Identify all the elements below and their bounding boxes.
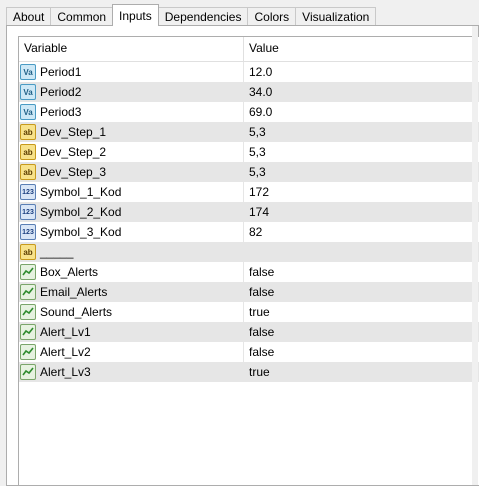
string-icon: ab xyxy=(20,124,36,140)
bool-icon xyxy=(20,284,36,300)
variable-name: Alert_Lv3 xyxy=(40,365,91,379)
table-row[interactable]: 123 Symbol_1_Kod 172 xyxy=(19,182,479,202)
value-cell[interactable]: true xyxy=(244,362,270,382)
tab-inputs[interactable]: Inputs xyxy=(112,4,159,26)
table-row[interactable]: Alert_Lv1 false xyxy=(19,322,479,342)
value-cell[interactable]: 34.0 xyxy=(244,82,272,102)
variable-cell: ab Dev_Step_1 xyxy=(19,122,244,142)
inputs-panel: Variable Value Va Period1 12.0 Va Period2 34.… xyxy=(6,25,479,486)
variable-name: Box_Alerts xyxy=(40,265,99,279)
variable-name: Alert_Lv1 xyxy=(40,325,91,339)
variable-name: Period3 xyxy=(40,105,82,119)
value-cell[interactable]: 5,3 xyxy=(244,122,266,142)
tab-common[interactable]: Common xyxy=(50,7,114,26)
table-row[interactable]: 123 Symbol_2_Kod 174 xyxy=(19,202,479,222)
variable-name: Dev_Step_3 xyxy=(40,165,107,179)
tab-dependencies[interactable]: Dependencies xyxy=(157,7,249,26)
double-icon: Va xyxy=(20,104,36,120)
value-cell[interactable]: false xyxy=(244,342,274,362)
value-cell[interactable]: false xyxy=(244,282,274,302)
variable-cell: Box_Alerts xyxy=(19,262,244,282)
table-row[interactable]: Va Period1 12.0 xyxy=(19,62,479,82)
variable-cell: ab _____ xyxy=(19,242,244,262)
value-cell[interactable]: 82 xyxy=(244,222,262,242)
integer-icon: 123 xyxy=(20,204,36,220)
value-cell[interactable]: true xyxy=(244,302,270,322)
tab-about[interactable]: About xyxy=(6,7,52,26)
variable-cell: Sound_Alerts xyxy=(19,302,244,322)
variable-cell: Va Period2 xyxy=(19,82,244,102)
variable-name: Sound_Alerts xyxy=(40,305,113,319)
table-row[interactable]: ab Dev_Step_1 5,3 xyxy=(19,122,479,142)
table-row[interactable]: Va Period2 34.0 xyxy=(19,82,479,102)
value-cell[interactable]: 5,3 xyxy=(244,142,266,162)
panel-edge xyxy=(472,26,478,485)
table-row[interactable]: Email_Alerts false xyxy=(19,282,479,302)
table-row[interactable]: Va Period3 69.0 xyxy=(19,102,479,122)
integer-icon: 123 xyxy=(20,184,36,200)
table-body: Va Period1 12.0 Va Period2 34.0 Va Period3 69.0 a… xyxy=(19,62,479,382)
bool-icon xyxy=(20,264,36,280)
variable-name: Email_Alerts xyxy=(40,285,108,299)
value-cell[interactable]: 174 xyxy=(244,202,269,222)
bool-icon xyxy=(20,304,36,320)
table-row[interactable]: Alert_Lv3 true xyxy=(19,362,479,382)
value-cell[interactable]: false xyxy=(244,262,274,282)
value-cell[interactable]: 69.0 xyxy=(244,102,272,122)
table-header: Variable Value xyxy=(19,37,479,62)
table-row[interactable]: ab Dev_Step_3 5,3 xyxy=(19,162,479,182)
table-row[interactable]: ab _____ xyxy=(19,242,479,262)
table-row[interactable]: 123 Symbol_3_Kod 82 xyxy=(19,222,479,242)
variable-name: Symbol_1_Kod xyxy=(40,185,122,199)
bool-icon xyxy=(20,324,36,340)
variable-name: _____ xyxy=(40,245,74,259)
string-icon: ab xyxy=(20,144,36,160)
variable-cell: ab Dev_Step_3 xyxy=(19,162,244,182)
variable-cell: Email_Alerts xyxy=(19,282,244,302)
variable-cell: 123 Symbol_1_Kod xyxy=(19,182,244,202)
variable-cell: 123 Symbol_2_Kod xyxy=(19,202,244,222)
variable-cell: Va Period1 xyxy=(19,62,244,82)
table-row[interactable]: ab Dev_Step_2 5,3 xyxy=(19,142,479,162)
variable-cell: Alert_Lv3 xyxy=(19,362,244,382)
variable-cell: Alert_Lv1 xyxy=(19,322,244,342)
bool-icon xyxy=(20,344,36,360)
column-header-value[interactable]: Value xyxy=(244,37,279,61)
variable-cell: ab Dev_Step_2 xyxy=(19,142,244,162)
variable-cell: Alert_Lv2 xyxy=(19,342,244,362)
variable-cell: 123 Symbol_3_Kod xyxy=(19,222,244,242)
value-cell[interactable] xyxy=(244,242,249,262)
variable-name: Dev_Step_2 xyxy=(40,145,107,159)
column-header-variable[interactable]: Variable xyxy=(19,37,244,61)
variable-name: Period2 xyxy=(40,85,82,99)
variable-name: Symbol_2_Kod xyxy=(40,205,122,219)
integer-icon: 123 xyxy=(20,224,36,240)
variable-name: Alert_Lv2 xyxy=(40,345,91,359)
inputs-table: Variable Value Va Period1 12.0 Va Period2 34.… xyxy=(18,36,479,486)
variable-cell: Va Period3 xyxy=(19,102,244,122)
double-icon: Va xyxy=(20,84,36,100)
string-icon: ab xyxy=(20,164,36,180)
value-cell[interactable]: 12.0 xyxy=(244,62,272,82)
double-icon: Va xyxy=(20,64,36,80)
string-icon: ab xyxy=(20,244,36,260)
table-row[interactable]: Sound_Alerts true xyxy=(19,302,479,322)
value-cell[interactable]: 5,3 xyxy=(244,162,266,182)
variable-name: Period1 xyxy=(40,65,82,79)
tab-visualization[interactable]: Visualization xyxy=(295,7,377,26)
tab-strip: About Common Inputs Dependencies Colors … xyxy=(6,4,377,26)
table-row[interactable]: Alert_Lv2 false xyxy=(19,342,479,362)
tab-colors[interactable]: Colors xyxy=(247,7,297,26)
variable-name: Symbol_3_Kod xyxy=(40,225,122,239)
value-cell[interactable]: 172 xyxy=(244,182,269,202)
bool-icon xyxy=(20,364,36,380)
variable-name: Dev_Step_1 xyxy=(40,125,107,139)
table-row[interactable]: Box_Alerts false xyxy=(19,262,479,282)
value-cell[interactable]: false xyxy=(244,322,274,342)
